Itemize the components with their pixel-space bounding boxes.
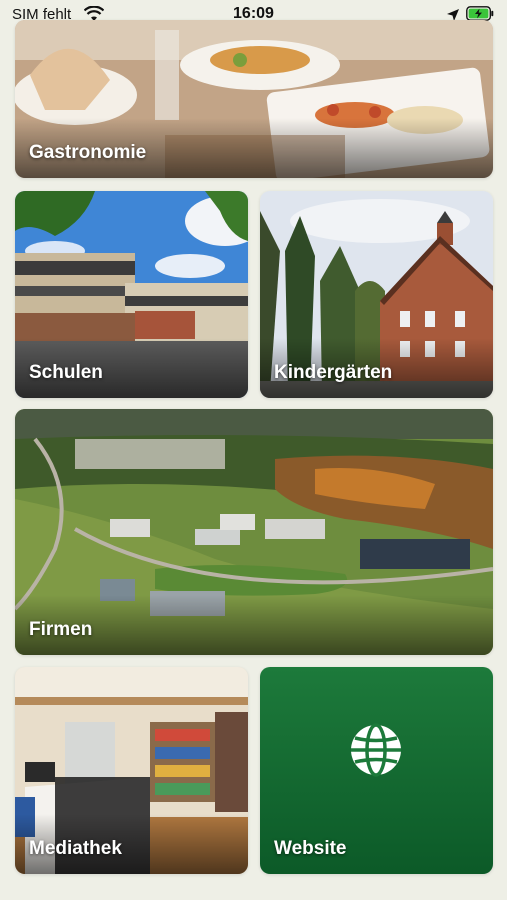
tile-label-schulen: Schulen [29, 362, 103, 383]
tile-gastronomie[interactable]: Gastronomie [15, 20, 493, 178]
tile-mediathek[interactable]: Mediathek [15, 667, 248, 874]
globe-icon [351, 723, 401, 777]
tile-schulen[interactable]: Schulen [15, 191, 248, 398]
tile-label-firmen: Firmen [29, 619, 93, 640]
tile-label-kindergaerten: Kindergärten [274, 362, 393, 383]
tile-kindergaerten[interactable]: Kindergärten [260, 191, 493, 398]
tile-firmen[interactable]: Firmen [15, 409, 493, 655]
tile-label-website: Website [274, 838, 347, 859]
battery-charging-icon [466, 6, 494, 21]
tile-website[interactable]: Website [260, 667, 493, 874]
tile-label-mediathek: Mediathek [29, 838, 122, 859]
tile-label-gastronomie: Gastronomie [29, 142, 147, 163]
